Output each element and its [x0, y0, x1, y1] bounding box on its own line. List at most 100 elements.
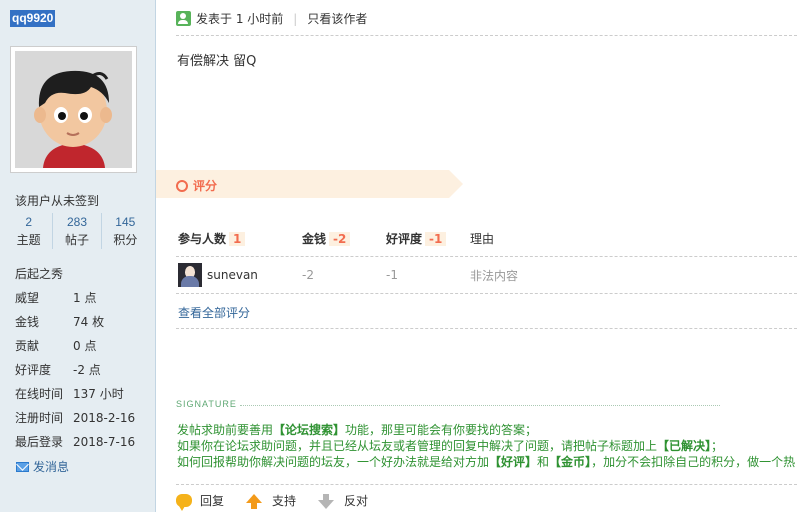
signature-line: 发帖求助前要善用【论坛搜索】功能，那里可能会有你要找的答案； [177, 422, 797, 438]
sig-text: ； [711, 439, 724, 453]
send-message-link[interactable]: 发消息 [16, 458, 69, 475]
stat-label: 主题 [16, 233, 41, 247]
profile-value: 0 点 [73, 339, 97, 353]
rating-table-header: 参与人数 1 金钱 -2 好评度 -1 理由 [178, 230, 530, 247]
post-content: 有偿解决 留Q [177, 54, 257, 69]
participants-count: 1 [229, 232, 246, 246]
reply-bubble-icon [176, 494, 192, 511]
signature-label: SIGNATURE [176, 399, 237, 409]
send-message-label: 发消息 [33, 460, 70, 474]
rated-reputation: -1 [386, 268, 398, 282]
sig-text: 功能，那里可能会有你要找的答案； [345, 423, 538, 437]
profile-key: 贡献 [15, 339, 40, 353]
reputation-total: -1 [425, 232, 447, 246]
profile-key: 威望 [15, 291, 40, 305]
profile-value: 1 点 [73, 291, 97, 305]
header-money: 金钱 -2 [302, 230, 386, 247]
stat-threads[interactable]: 2 主题 [5, 213, 52, 249]
sig-text: 发帖求助前要善用 [177, 423, 274, 437]
profile-value: 74 枚 [73, 315, 105, 329]
oppose-label: 反对 [344, 494, 369, 508]
reply-button[interactable]: 回复 [176, 492, 225, 511]
profile-key: 好评度 [15, 363, 52, 377]
header-reason: 理由 [470, 232, 495, 246]
rater[interactable]: sunevan [178, 263, 302, 287]
header-label: 参与人数 [178, 232, 227, 246]
stat-points[interactable]: 145 积分 [100, 213, 149, 249]
signature-text: 发帖求助前要善用【论坛搜索】功能，那里可能会有你要找的答案； 如果你在论坛求助问… [177, 422, 797, 470]
sig-highlight: 【已解决】 [657, 439, 712, 453]
signature-line: 如果你在论坛求助问题，并且已经从坛友或者管理的回复中解决了问题，请把帖子标题加上… [177, 438, 797, 454]
money-total: -2 [329, 232, 351, 246]
divider [176, 35, 797, 36]
header-participants: 参与人数 1 [178, 230, 302, 247]
oppose-button[interactable]: 反对 [318, 492, 368, 509]
user-online-icon [176, 11, 191, 26]
profile-row: 最后登录 2018-7-16 [15, 430, 135, 454]
rating-title-text: 评分 [193, 179, 218, 193]
rater-name: sunevan [207, 268, 258, 282]
divider [176, 256, 797, 257]
author-sidebar: qq9920 该用户从未签到 2 主题 283 帖子 145 积分 后起之秀 威… [0, 0, 156, 512]
profile-row: 好评度 -2 点 [15, 358, 135, 382]
sig-highlight: 【好评】 [489, 455, 538, 469]
post-main: 发表于 1 小时前 | 只看该作者 有偿解决 留Q 评分 参与人数 1 金钱 -2 … [156, 0, 797, 512]
profile-value: 137 小时 [73, 387, 124, 401]
post-actions: 回复 支持 反对 [176, 492, 390, 511]
divider [176, 293, 797, 294]
rated-money: -2 [302, 268, 314, 282]
profile-value: -2 点 [73, 363, 101, 377]
support-label: 支持 [272, 494, 297, 508]
stat-posts[interactable]: 283 帖子 [52, 213, 100, 249]
rater-avatar [178, 263, 202, 287]
rating-circle-icon [176, 179, 188, 192]
divider [176, 484, 797, 485]
stat-value: 283 [66, 215, 87, 229]
support-button[interactable]: 支持 [246, 492, 296, 509]
header-label: 好评度 [386, 232, 423, 246]
signin-status: 该用户从未签到 [15, 194, 100, 208]
stat-label: 积分 [113, 233, 138, 247]
thumbs-down-arrow-icon [318, 494, 335, 509]
stat-value: 145 [115, 215, 136, 229]
meta-divider: | [293, 11, 298, 26]
avatar-image [15, 51, 132, 168]
post-meta: 发表于 1 小时前 | 只看该作者 [176, 10, 367, 27]
author-username[interactable]: qq9920 [10, 10, 56, 27]
profile-row: 在线时间 137 小时 [15, 382, 135, 406]
profile-value: 2018-2-16 [73, 411, 136, 425]
user-group[interactable]: 后起之秀 [15, 265, 63, 282]
profile-row: 注册时间 2018-2-16 [15, 406, 135, 430]
sig-highlight: 【金币】 [549, 455, 592, 469]
author-profile: 威望 1 点 金钱 74 枚 贡献 0 点 好评度 -2 点 在线时间 137 小时 注册… [15, 286, 135, 454]
author-avatar[interactable] [10, 46, 137, 173]
rated-reason: 非法内容 [470, 268, 519, 283]
signature-line: 如何回报帮助你解决问题的坛友，一个好办法就是给对方加【好评】和【金币】，加分不会… [177, 454, 797, 470]
thumbs-up-arrow-icon [246, 494, 263, 509]
sig-highlight: 【论坛搜索】 [273, 423, 346, 437]
author-only-link[interactable]: 只看该作者 [307, 10, 367, 27]
profile-row: 贡献 0 点 [15, 334, 135, 358]
stat-value: 2 [25, 215, 32, 229]
post-time: 发表于 1 小时前 [196, 12, 284, 26]
profile-row: 威望 1 点 [15, 286, 135, 310]
profile-key: 在线时间 [15, 387, 64, 401]
profile-key: 金钱 [15, 315, 40, 329]
sig-text: 和 [537, 455, 550, 469]
reply-label: 回复 [200, 494, 225, 508]
sig-text: 如果你在论坛求助问题，并且已经从坛友或者管理的回复中解决了问题，请把帖子标题加上 [177, 439, 658, 453]
profile-key: 最后登录 [15, 435, 64, 449]
header-label: 金钱 [302, 232, 327, 246]
signature-divider [240, 405, 720, 406]
profile-key: 注册时间 [15, 411, 64, 425]
view-all-ratings-link[interactable]: 查看全部评分 [178, 304, 250, 321]
sig-text: 如何回报帮助你解决问题的坛友，一个好办法就是给对方加 [177, 455, 490, 469]
author-stats: 2 主题 283 帖子 145 积分 [5, 213, 149, 249]
header-reputation: 好评度 -1 [386, 230, 470, 247]
profile-row: 金钱 74 枚 [15, 310, 135, 334]
rating-row: sunevan -2 -1 非法内容 [178, 263, 518, 287]
mail-icon [16, 461, 29, 472]
stat-label: 帖子 [64, 233, 89, 247]
sig-text: ，加分不会扣除自己的积分，做一个热 [591, 455, 796, 469]
divider [176, 328, 797, 329]
